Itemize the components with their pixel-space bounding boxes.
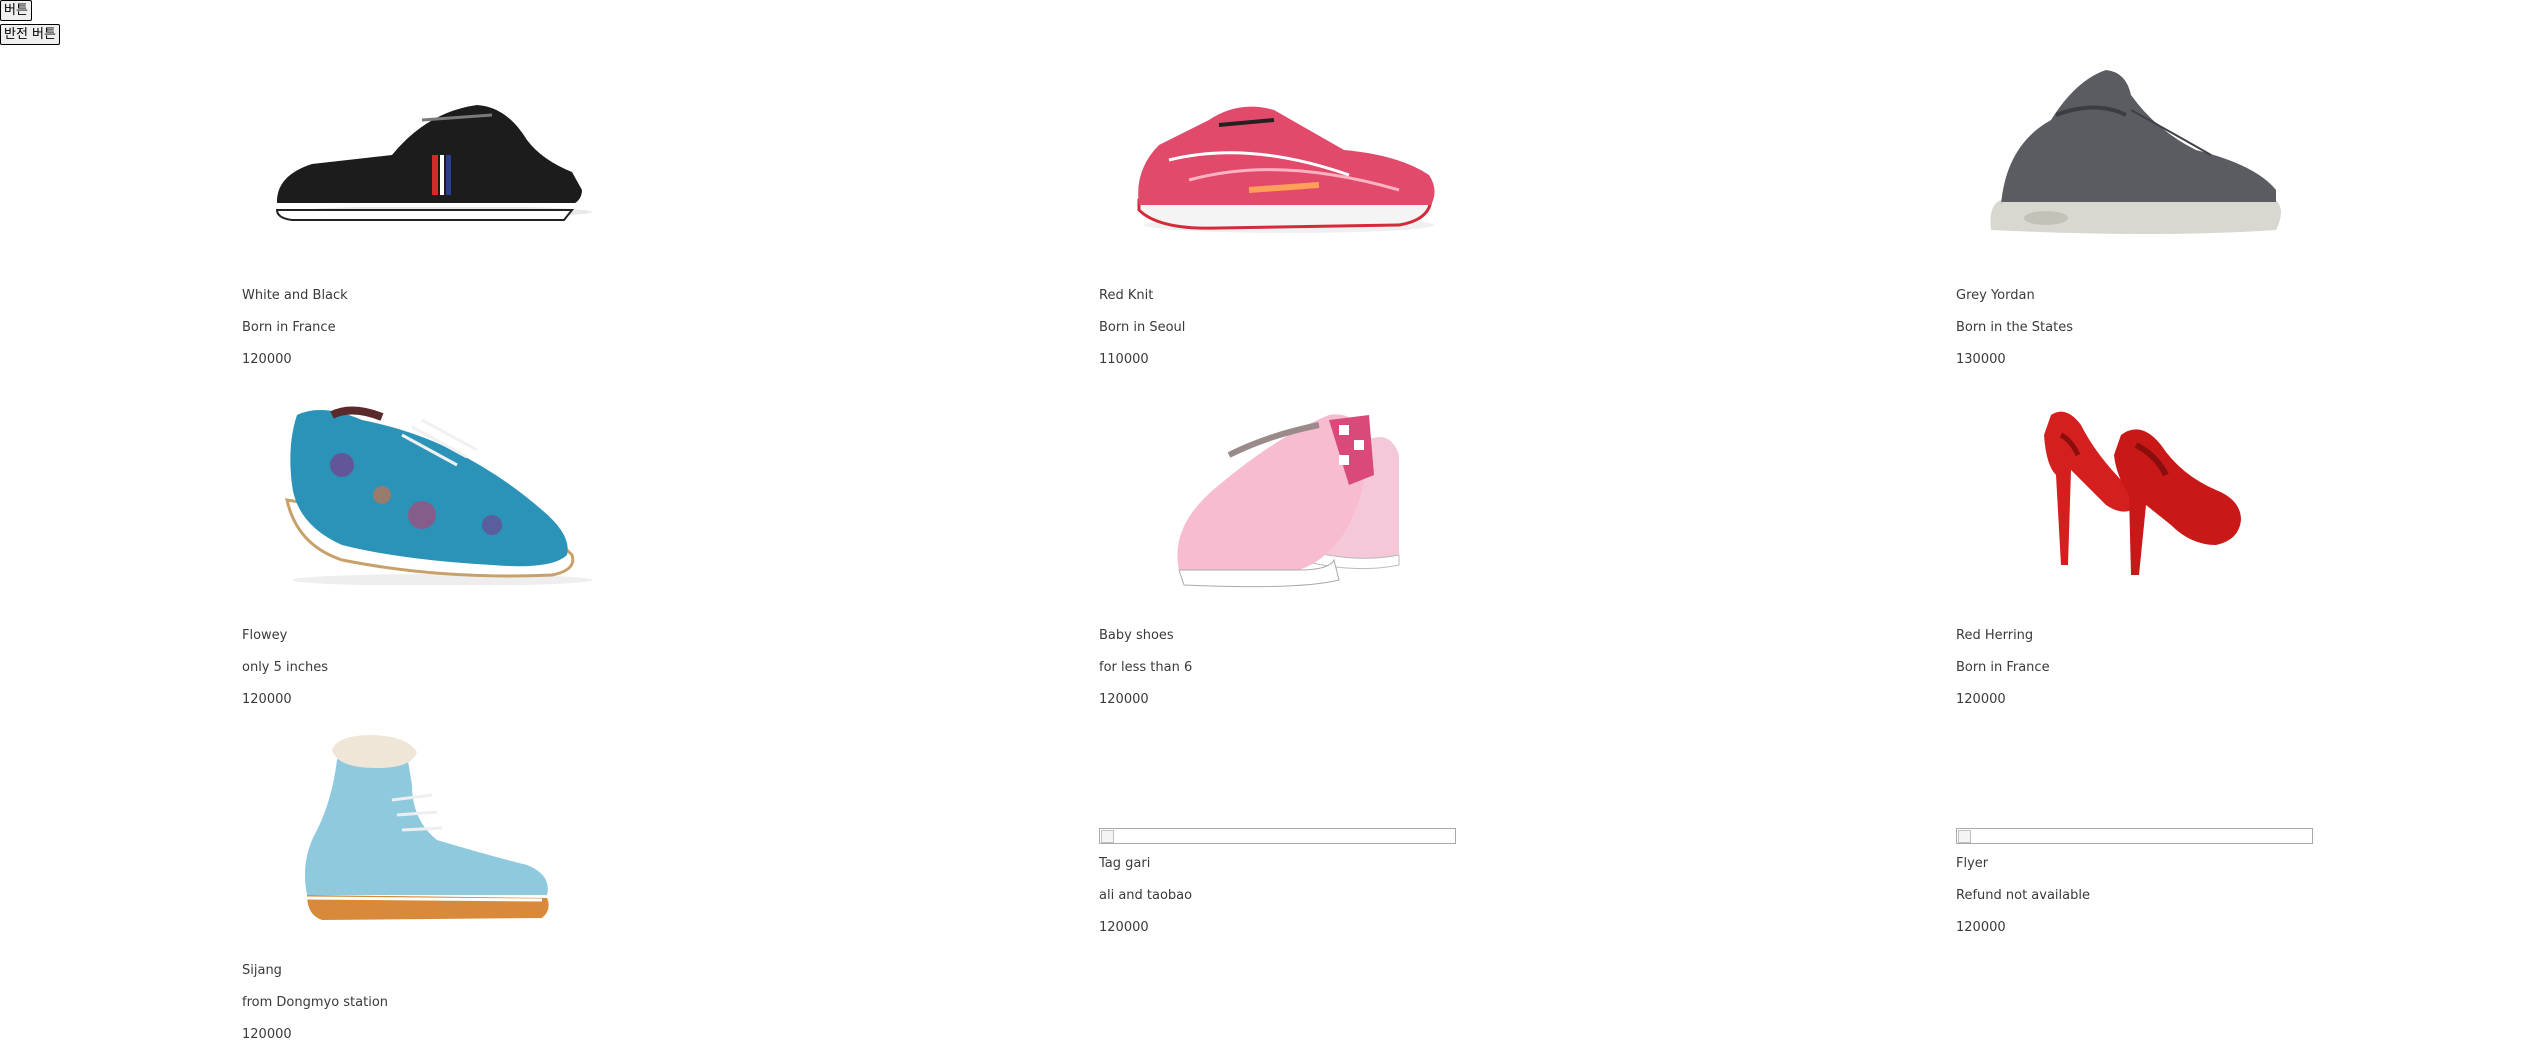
product-name: Red Knit: [1099, 288, 1154, 303]
grey-high-top-sneaker-image: [1956, 60, 2336, 240]
light-blue-boot-image: [242, 730, 622, 930]
product-card-4: Flowey only 5 inches 120000: [242, 395, 622, 707]
product-price: 120000: [1956, 692, 2006, 707]
product-price: 120000: [242, 352, 292, 367]
product-card-3: Grey Yordan Born in the States 130000: [1956, 60, 2336, 367]
product-price: 110000: [1099, 352, 1149, 367]
product-name: Grey Yordan: [1956, 288, 2035, 303]
product-name: Sijang: [242, 963, 282, 978]
product-origin: from Dongmyo station: [242, 995, 389, 1010]
product-price: 120000: [1099, 920, 1149, 935]
product-origin: ali and taobao: [1099, 888, 1193, 903]
product-card-1: White and Black Born in France 120000: [242, 60, 622, 367]
product-name: Tag gari: [1099, 856, 1151, 871]
product-origin: only 5 inches: [242, 660, 329, 675]
product-origin: Born in France: [1956, 660, 2050, 675]
product-origin: for less than 6: [1099, 660, 1193, 675]
black-white-sneaker-image: [242, 60, 622, 240]
product-price: 130000: [1956, 352, 2006, 367]
product-card-2: Red Knit Born in Seoul 110000: [1099, 60, 1479, 367]
product-card-5: Baby shoes for less than 6 120000: [1099, 385, 1479, 707]
product-name: Flowey: [242, 628, 288, 643]
product-price: 120000: [1099, 692, 1149, 707]
pink-slip-on-shoes-image: [1099, 385, 1479, 595]
product-card-7: Sijang from Dongmyo station 120000: [242, 730, 622, 1042]
blue-floral-derby-shoe-image: [242, 395, 622, 585]
product-origin: Refund not available: [1956, 888, 2090, 903]
product-name: White and Black: [242, 288, 348, 303]
product-origin: Born in the States: [1956, 320, 2073, 335]
product-price: 120000: [242, 692, 292, 707]
product-name: Red Herring: [1956, 628, 2034, 643]
product-price: 120000: [1956, 920, 2006, 935]
broken-image-icon: [1099, 828, 1456, 844]
pink-running-shoe-image: [1099, 60, 1479, 240]
product-name: Baby shoes: [1099, 628, 1174, 643]
product-origin: Born in France: [242, 320, 336, 335]
reverse-button[interactable]: 반전 버튼: [0, 24, 60, 45]
red-suede-pumps-image: [1956, 395, 2336, 585]
product-price: 120000: [242, 1027, 292, 1042]
broken-image-icon: [1956, 828, 2313, 844]
product-card-6: Red Herring Born in France 120000: [1956, 395, 2336, 707]
button-top[interactable]: 버튼: [0, 0, 32, 21]
product-name: Flyer: [1956, 856, 1989, 871]
product-origin: Born in Seoul: [1099, 320, 1186, 335]
